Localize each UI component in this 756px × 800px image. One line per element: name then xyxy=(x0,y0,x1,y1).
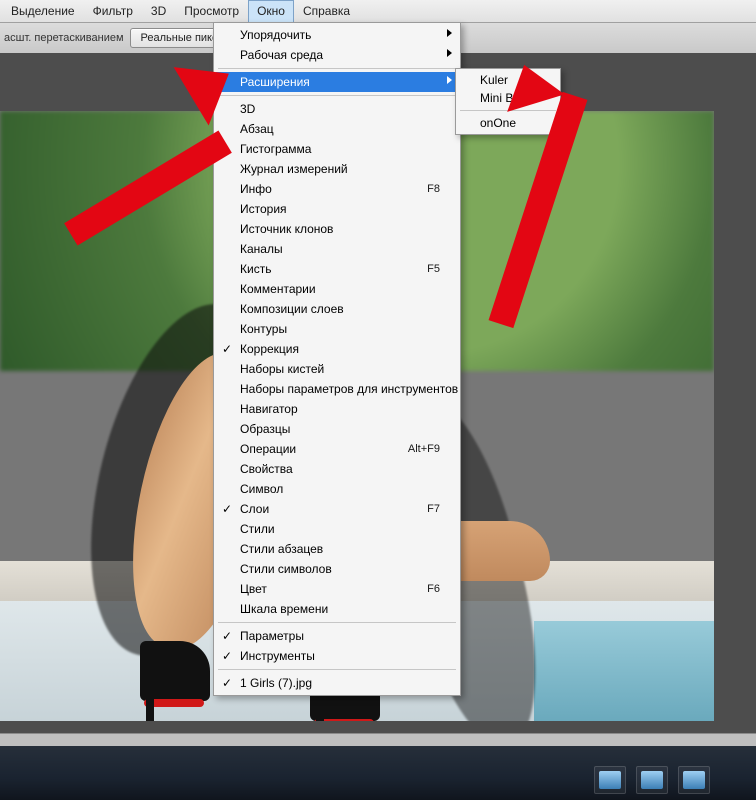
options-drag-label: асшт. перетаскиванием xyxy=(4,32,124,44)
menu-item-label: Цвет xyxy=(240,582,427,596)
menu-item-label: Наборы кистей xyxy=(240,362,440,376)
window-menu-item[interactable]: Свойства xyxy=(216,459,458,479)
menu-item-label: Гистограмма xyxy=(240,142,440,156)
menu-item-label: Шкала времени xyxy=(240,602,440,616)
window-menu-item[interactable]: ✓ СлоиF7 xyxy=(216,499,458,519)
menu-item-label: Каналы xyxy=(240,242,440,256)
window-menu-item[interactable]: Комментарии xyxy=(216,279,458,299)
menu-item-label: Операции xyxy=(240,442,408,456)
menu-item-label: Инструменты xyxy=(240,649,440,663)
window-menu-item[interactable]: Навигатор xyxy=(216,399,458,419)
window-menu-item[interactable]: Расширения xyxy=(216,72,458,92)
window-menu-item[interactable]: Стили символов xyxy=(216,559,458,579)
menu-item-label: Навигатор xyxy=(240,402,440,416)
menu-item-shortcut: F7 xyxy=(427,503,440,515)
menu-item-label: Стили xyxy=(240,522,440,536)
window-menu-item[interactable]: ✓ Инструменты xyxy=(216,646,458,666)
window-menu-item[interactable]: Образцы xyxy=(216,419,458,439)
submenu-arrow-icon xyxy=(447,29,452,37)
window-menu-item[interactable]: Упорядочить xyxy=(216,25,458,45)
menu-item-label: Стили абзацев xyxy=(240,542,440,556)
window-menu-item[interactable]: Композиции слоев xyxy=(216,299,458,319)
check-icon: ✓ xyxy=(222,342,232,356)
submenu-arrow-icon xyxy=(447,49,452,57)
menu-item-label: Параметры xyxy=(240,629,440,643)
menu-item-label: Журнал измерений xyxy=(240,162,440,176)
window-menu-item[interactable]: КистьF5 xyxy=(216,259,458,279)
window-menu-item[interactable]: История xyxy=(216,199,458,219)
menu-item-label: Упорядочить xyxy=(240,28,440,42)
check-icon: ✓ xyxy=(222,502,232,516)
window-menu-item[interactable]: Каналы xyxy=(216,239,458,259)
window-menu-item[interactable]: Наборы параметров для инструментов xyxy=(216,379,458,399)
menu-view[interactable]: Просмотр xyxy=(175,0,248,22)
window-menu-item[interactable]: Стили абзацев xyxy=(216,539,458,559)
menu-3d[interactable]: 3D xyxy=(142,0,175,22)
menu-filter[interactable]: Фильтр xyxy=(84,0,142,22)
window-menu-item[interactable]: ОперацииAlt+F9 xyxy=(216,439,458,459)
menu-item-label: Абзац xyxy=(240,122,440,136)
window-menu-item[interactable]: ✓ 1 Girls (7).jpg xyxy=(216,673,458,693)
menu-item-label: Коррекция xyxy=(240,342,440,356)
menu-item-label: 1 Girls (7).jpg xyxy=(240,676,440,690)
statusbar xyxy=(0,733,756,747)
window-menu-item[interactable]: ИнфоF8 xyxy=(216,179,458,199)
menu-item-label: Наборы параметров для инструментов xyxy=(240,382,458,396)
menu-item-label: Символ xyxy=(240,482,440,496)
window-menu-item[interactable]: ЦветF6 xyxy=(216,579,458,599)
annotation-arrow-left xyxy=(48,65,238,225)
menu-item-label: Комментарии xyxy=(240,282,440,296)
menu-item-shortcut: F6 xyxy=(427,583,440,595)
window-menu-item[interactable]: Источник клонов xyxy=(216,219,458,239)
window-menu-item[interactable]: Журнал измерений xyxy=(216,159,458,179)
window-menu-item[interactable]: Стили xyxy=(216,519,458,539)
check-icon: ✓ xyxy=(222,649,232,663)
window-menu-item[interactable]: Контуры xyxy=(216,319,458,339)
window-menu-item[interactable]: Гистограмма xyxy=(216,139,458,159)
menu-item-label: Источник клонов xyxy=(240,222,440,236)
window-menu-item[interactable]: Шкала времени xyxy=(216,599,458,619)
menu-item-shortcut: F8 xyxy=(427,183,440,195)
window-menu-item[interactable]: Символ xyxy=(216,479,458,499)
taskbar-icon[interactable] xyxy=(594,766,626,794)
window-menu-item[interactable]: Абзац xyxy=(216,119,458,139)
menu-item-label: Свойства xyxy=(240,462,440,476)
menu-item-label: Стили символов xyxy=(240,562,440,576)
menu-item-label: Контуры xyxy=(240,322,440,336)
menubar: Выделение Фильтр 3D Просмотр Окно Справк… xyxy=(0,0,756,23)
window-menu-item[interactable]: ✓ Коррекция xyxy=(216,339,458,359)
taskbar-icon[interactable] xyxy=(678,766,710,794)
window-menu-item[interactable]: 3D xyxy=(216,99,458,119)
menu-item-shortcut: F5 xyxy=(427,263,440,275)
menu-window[interactable]: Окно xyxy=(248,0,294,22)
menu-item-shortcut: Alt+F9 xyxy=(408,443,440,455)
taskbar xyxy=(0,746,756,800)
menu-item-label: Кисть xyxy=(240,262,427,276)
menu-item-label: Рабочая среда xyxy=(240,48,440,62)
taskbar-icon[interactable] xyxy=(636,766,668,794)
window-menu-item[interactable]: ✓ Параметры xyxy=(216,626,458,646)
window-menu-item[interactable]: Наборы кистей xyxy=(216,359,458,379)
menu-item-label: Инфо xyxy=(240,182,427,196)
menu-select[interactable]: Выделение xyxy=(2,0,84,22)
menu-item-label: История xyxy=(240,202,440,216)
menu-item-label: Образцы xyxy=(240,422,440,436)
menu-item-label: Композиции слоев xyxy=(240,302,440,316)
menu-item-label: Расширения xyxy=(240,75,440,89)
annotation-arrow-right xyxy=(510,80,670,340)
window-menu-item[interactable]: Рабочая среда xyxy=(216,45,458,65)
menu-help[interactable]: Справка xyxy=(294,0,359,22)
window-menu-dropdown: Упорядочить Рабочая среда Расширения 3D Абза… xyxy=(213,22,461,696)
check-icon: ✓ xyxy=(222,629,232,643)
menu-item-label: 3D xyxy=(240,102,440,116)
menu-item-label: Слои xyxy=(240,502,427,516)
check-icon: ✓ xyxy=(222,676,232,690)
submenu-arrow-icon xyxy=(447,76,452,84)
